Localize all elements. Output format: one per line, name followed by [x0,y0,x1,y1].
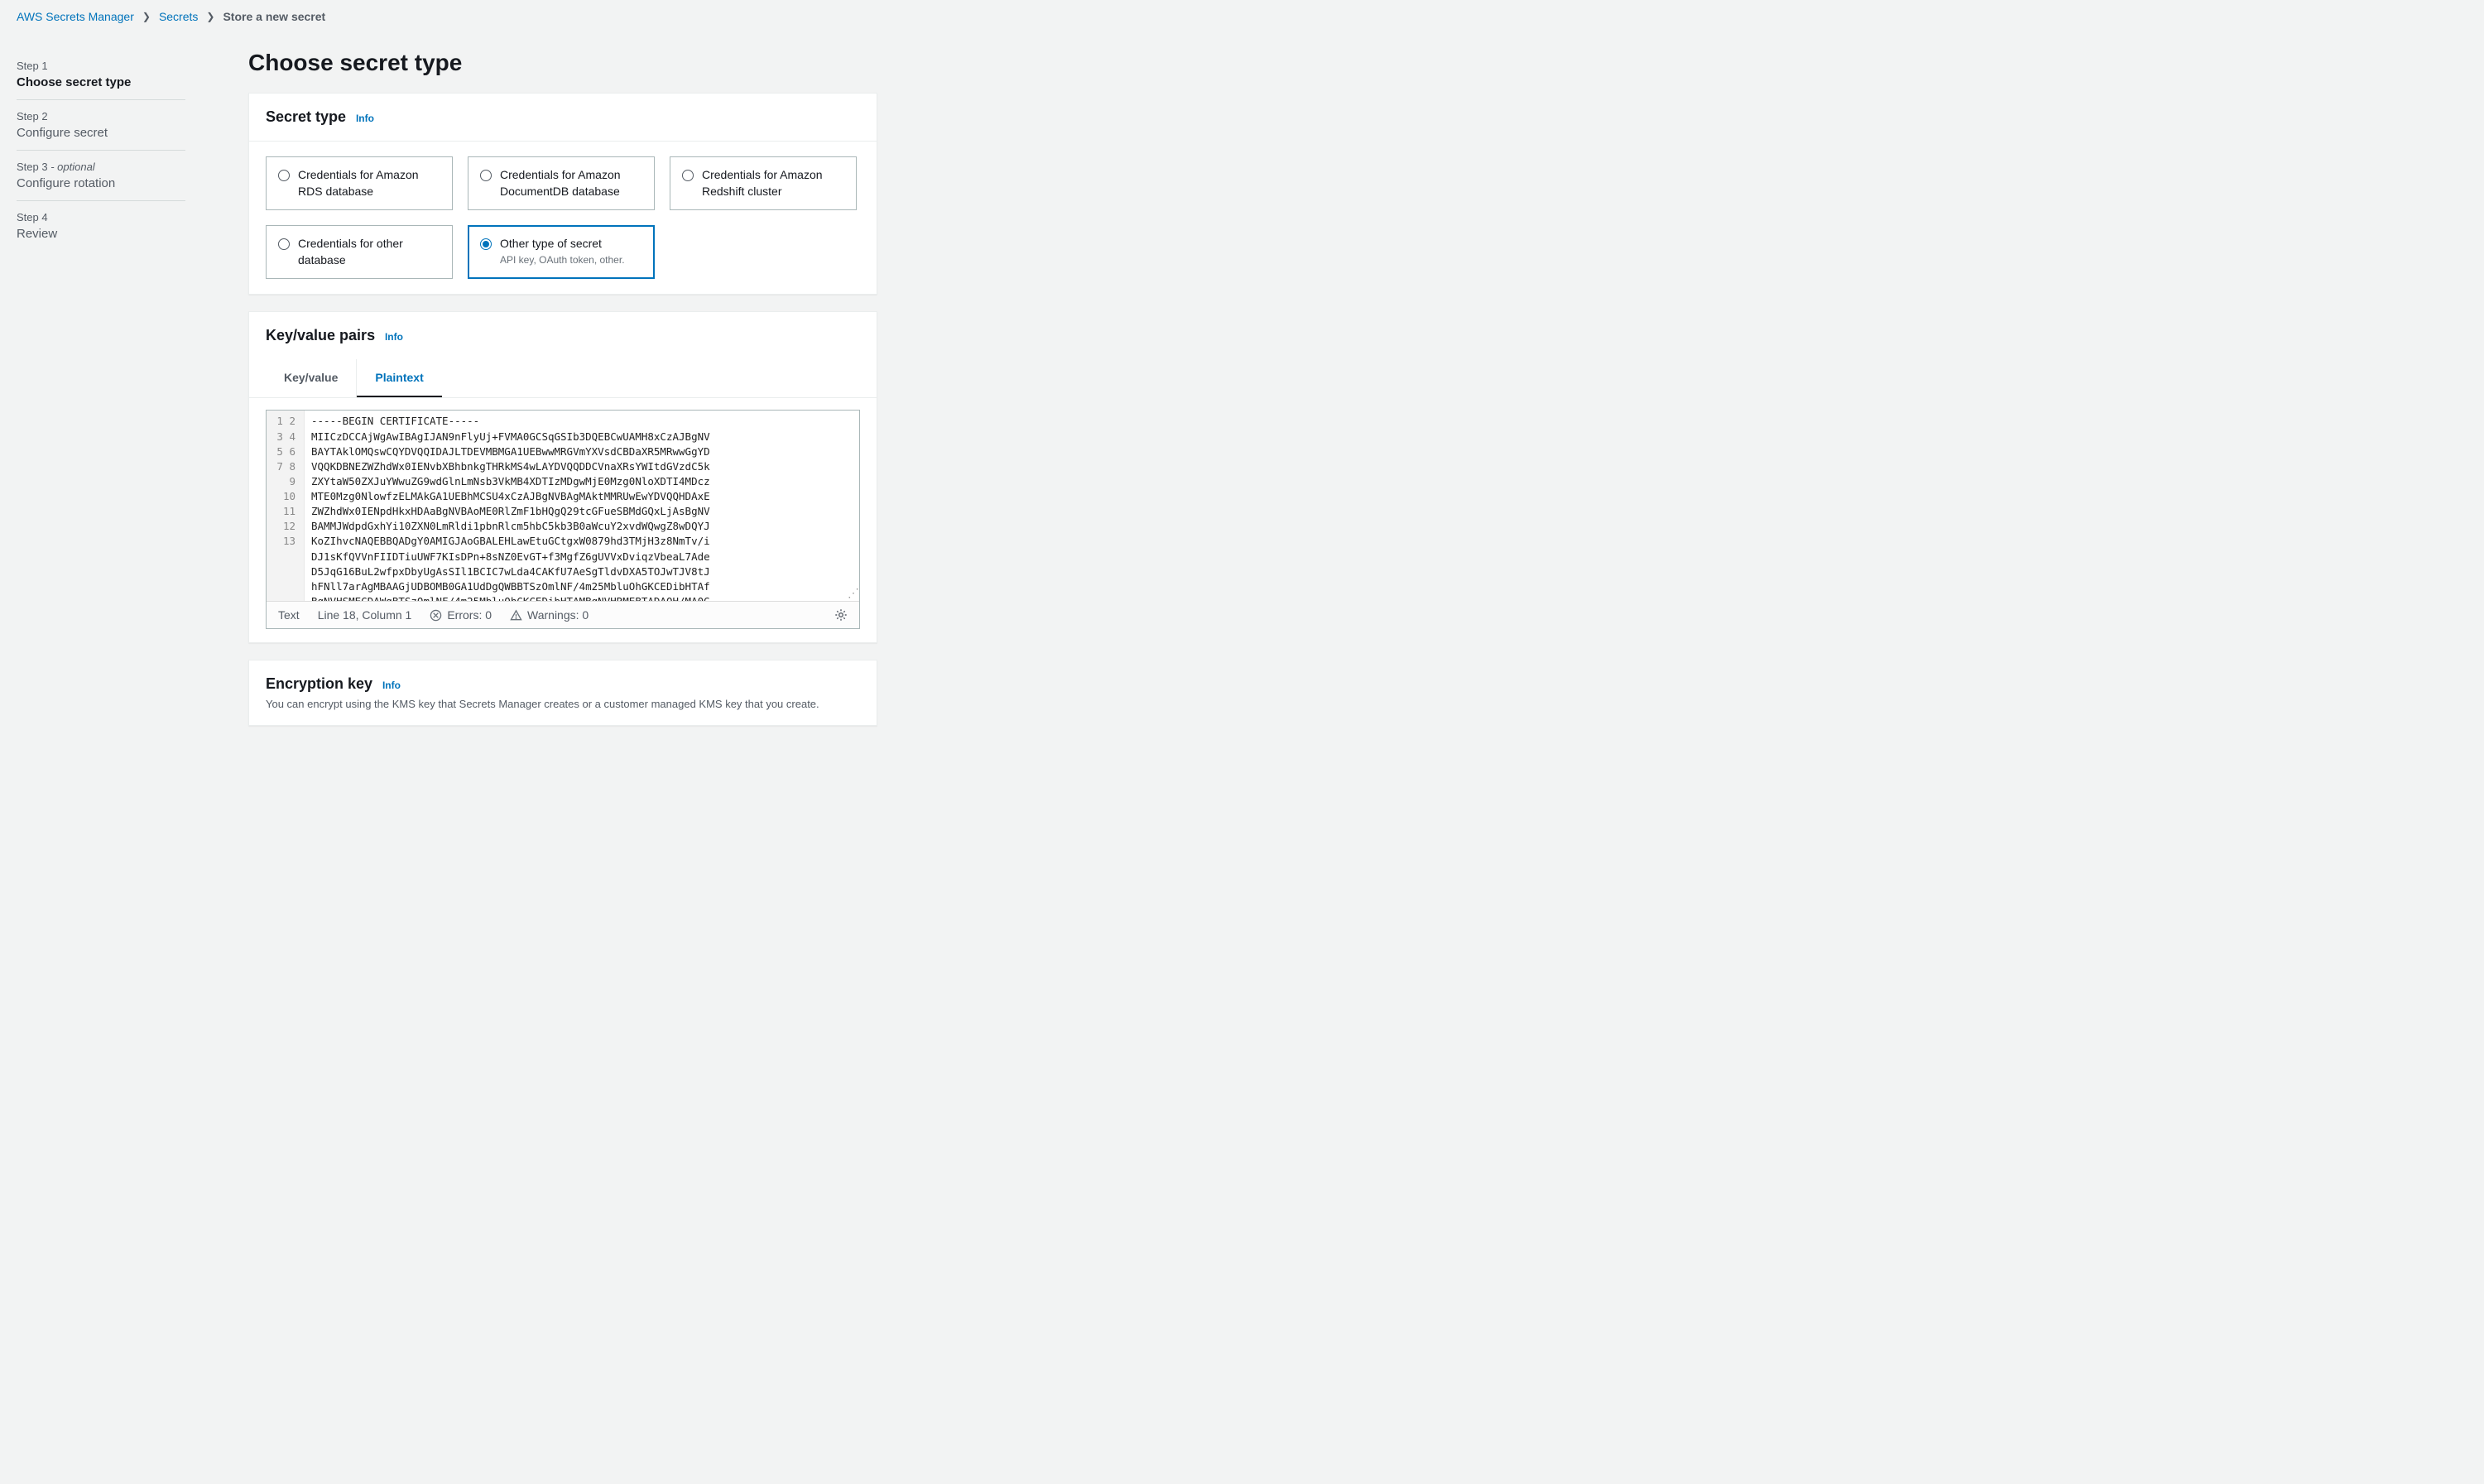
encryption-description: You can encrypt using the KMS key that S… [266,698,860,710]
step-number: Step 3 - optional [17,161,185,173]
kv-tabs: Key/value Plaintext [249,359,877,398]
secret-type-panel: Secret type Info Credentials for Amazon … [248,93,877,295]
breadcrumb: AWS Secrets Manager ❯ Secrets ❯ Store a … [0,0,2484,33]
editor-status-bar: Text Line 18, Column 1 Errors: 0 Warning… [267,601,859,628]
step-title: Configure rotation [17,176,115,190]
option-label: Credentials for Amazon RDS database [298,167,440,199]
step-optional: - optional [48,161,95,173]
tab-plaintext[interactable]: Plaintext [357,359,441,397]
status-position: Line 18, Column 1 [318,608,412,622]
radio-icon [480,238,492,250]
step-num-text: Step 3 [17,161,48,173]
step-number: Step 1 [17,60,185,72]
gear-icon[interactable] [834,608,848,622]
code-content[interactable]: -----BEGIN CERTIFICATE----- MIICzDCCAjWg… [305,411,717,601]
radio-icon [278,170,290,181]
option-rds[interactable]: Credentials for Amazon RDS database [266,156,453,210]
option-documentdb[interactable]: Credentials for Amazon DocumentDB databa… [468,156,655,210]
kv-heading: Key/value pairs [266,327,375,343]
breadcrumb-link-root[interactable]: AWS Secrets Manager [17,10,134,23]
option-sublabel: API key, OAuth token, other. [500,254,625,266]
breadcrumb-link-secrets[interactable]: Secrets [159,10,198,23]
tab-keyvalue[interactable]: Key/value [266,359,357,397]
option-label: Credentials for Amazon DocumentDB databa… [500,167,642,199]
step-number: Step 4 [17,211,185,223]
encryption-heading: Encryption key [266,675,372,692]
secret-type-heading: Secret type [266,108,346,125]
radio-icon [278,238,290,250]
option-label: Credentials for other database [298,236,440,268]
chevron-right-icon: ❯ [142,11,151,22]
radio-icon [682,170,694,181]
encryption-key-panel: Encryption key Info You can encrypt usin… [248,660,877,726]
line-gutter: 1 2 3 4 5 6 7 8 9 10 11 12 13 [267,411,305,601]
info-link[interactable]: Info [382,680,401,691]
wizard-step-3[interactable]: Step 3 - optional Configure rotation [17,151,185,201]
status-errors: Errors: 0 [430,608,492,622]
wizard-step-2[interactable]: Step 2 Configure secret [17,100,185,151]
secret-type-options: Credentials for Amazon RDS database Cred… [266,156,860,279]
option-other-db[interactable]: Credentials for other database [266,225,453,279]
status-warnings: Warnings: 0 [510,608,589,622]
error-icon [430,609,442,622]
option-other-secret[interactable]: Other type of secret API key, OAuth toke… [468,225,655,279]
step-title: Choose secret type [17,75,131,89]
chevron-right-icon: ❯ [206,11,214,22]
page-title: Choose secret type [248,50,877,76]
wizard-steps-sidebar: Step 1 Choose secret type Step 2 Configu… [17,33,232,776]
resize-handle-icon[interactable]: ⋰ [848,587,858,597]
status-errors-text: Errors: 0 [447,608,492,622]
wizard-step-1[interactable]: Step 1 Choose secret type [17,50,185,100]
info-link[interactable]: Info [356,113,374,124]
option-redshift[interactable]: Credentials for Amazon Redshift cluster [670,156,857,210]
status-mode: Text [278,608,300,622]
breadcrumb-current: Store a new secret [223,10,325,23]
step-number: Step 2 [17,110,185,122]
warning-icon [510,609,522,622]
info-link[interactable]: Info [385,331,403,343]
step-title: Review [17,227,57,241]
step-title: Configure secret [17,126,108,140]
option-label: Other type of secret [500,237,602,250]
option-label: Credentials for Amazon Redshift cluster [702,167,844,199]
key-value-panel: Key/value pairs Info Key/value Plaintext… [248,311,877,643]
wizard-step-4[interactable]: Step 4 Review [17,201,185,251]
radio-icon [480,170,492,181]
status-warnings-text: Warnings: 0 [527,608,589,622]
plaintext-editor[interactable]: 1 2 3 4 5 6 7 8 9 10 11 12 13 -----BEGIN… [266,410,860,629]
